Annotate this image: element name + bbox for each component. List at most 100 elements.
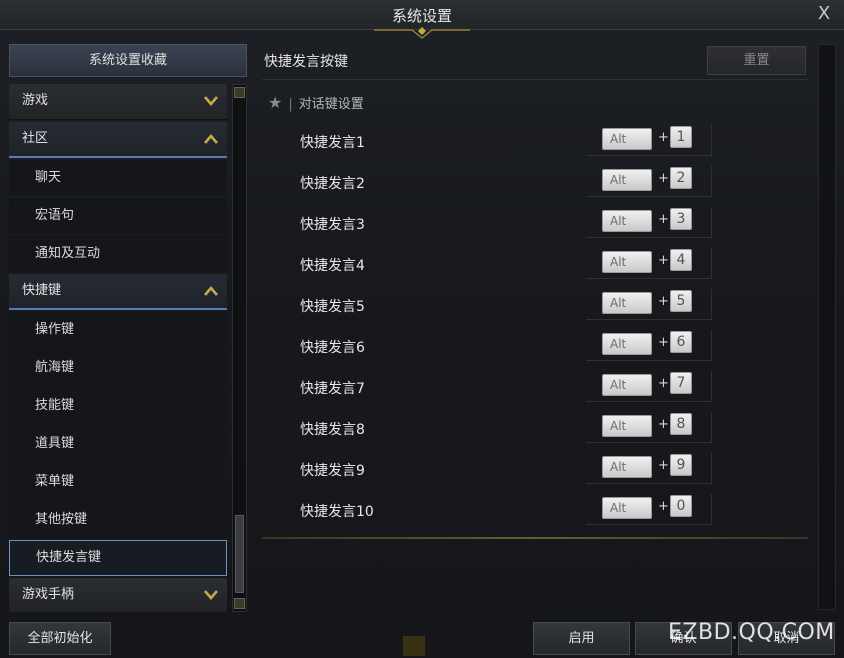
sidebar-item[interactable]: 道具键 — [9, 426, 227, 462]
title-bar: 系统设置 X — [0, 0, 844, 39]
plus-sign: + — [658, 294, 669, 309]
cancel-button[interactable]: 取消 — [738, 622, 835, 655]
chevron-up-icon[interactable] — [203, 131, 219, 147]
sidebar-category[interactable]: 游戏手柄 — [9, 578, 227, 612]
binding-row: 快捷发言1 Alt +1 — [300, 121, 720, 162]
close-button[interactable]: X — [814, 4, 834, 24]
modifier-key[interactable]: Alt — [602, 497, 652, 519]
key-binding-slot[interactable]: Alt +2 — [586, 166, 712, 197]
sidebar-category-label: 游戏 — [22, 93, 49, 108]
plus-sign: + — [658, 212, 669, 227]
init-all-button[interactable]: 全部初始化 — [9, 622, 111, 655]
title-ornament-icon — [374, 27, 470, 39]
key-binding-slot[interactable]: Alt +0 — [586, 494, 712, 525]
key-binding-slot[interactable]: Alt +7 — [586, 371, 712, 402]
apply-button[interactable]: 启用 — [533, 622, 630, 655]
chevron-down-icon[interactable] — [203, 93, 219, 109]
sidebar-category[interactable]: 游戏 — [9, 84, 227, 120]
modifier-key[interactable]: Alt — [602, 292, 652, 314]
sidebar-item[interactable]: 其他按键 — [9, 502, 227, 538]
chevron-down-icon[interactable] — [203, 587, 219, 603]
ok-button[interactable]: 确认 — [635, 622, 732, 655]
binding-label: 快捷发言4 — [300, 258, 365, 274]
sidebar-item[interactable]: 快捷发言键 — [9, 540, 227, 576]
group-header: ★ | 对话键设置 — [268, 93, 364, 112]
settings-category-list: 游戏社区聊天 宏语句 通知及互动快捷键操作键 航海键 技能键 道具键 菜单键 其他按键 快捷发言… — [9, 84, 227, 612]
sidebar-category-label: 快捷键 — [22, 283, 62, 298]
bound-key[interactable]: 3 — [670, 208, 692, 230]
sidebar-category[interactable]: 社区 — [9, 122, 227, 158]
binding-label: 快捷发言10 — [300, 504, 374, 520]
modifier-key[interactable]: Alt — [602, 333, 652, 355]
main-scrollbar[interactable] — [818, 44, 836, 610]
plus-sign: + — [658, 130, 669, 145]
reset-button[interactable]: 重置 — [707, 46, 806, 75]
favorites-button[interactable]: 系统设置收藏 — [9, 44, 247, 77]
sidebar-item[interactable]: 宏语句 — [9, 198, 227, 234]
binding-row: 快捷发言3 Alt +3 — [300, 203, 720, 244]
key-binding-slot[interactable]: Alt +6 — [586, 330, 712, 361]
binding-label: 快捷发言3 — [300, 217, 365, 233]
plus-sign: + — [658, 458, 669, 473]
binding-row: 快捷发言7 Alt +7 — [300, 367, 720, 408]
plus-sign: + — [658, 335, 669, 350]
bound-key[interactable]: 1 — [670, 126, 692, 148]
bound-key[interactable]: 5 — [670, 290, 692, 312]
sidebar-category[interactable]: 快捷键 — [9, 274, 227, 310]
modifier-key[interactable]: Alt — [602, 251, 652, 273]
sidebar-item[interactable]: 技能键 — [9, 388, 227, 424]
binding-list: 快捷发言1 Alt +1 快捷发言2 Alt +2 快捷发言3 Alt +3 快捷发言4 Alt +4… — [300, 121, 720, 531]
group-separator: | — [288, 97, 293, 112]
modifier-key[interactable]: Alt — [602, 374, 652, 396]
binding-label: 快捷发言1 — [300, 135, 365, 151]
binding-label: 快捷发言9 — [300, 463, 365, 479]
bound-key[interactable]: 9 — [670, 454, 692, 476]
scroll-thumb[interactable] — [235, 515, 244, 593]
star-icon[interactable]: ★ — [268, 93, 282, 112]
modifier-key[interactable]: Alt — [602, 128, 652, 150]
binding-row: 快捷发言4 Alt +4 — [300, 244, 720, 285]
key-binding-slot[interactable]: Alt +1 — [586, 125, 712, 156]
sidebar-item[interactable]: 聊天 — [9, 160, 227, 196]
gold-divider — [262, 537, 808, 539]
plus-sign: + — [658, 499, 669, 514]
scroll-up-arrow-icon[interactable] — [234, 87, 245, 98]
divider — [262, 79, 808, 80]
chevron-up-icon[interactable] — [203, 283, 219, 299]
binding-row: 快捷发言2 Alt +2 — [300, 162, 720, 203]
sidebar-item[interactable]: 航海键 — [9, 350, 227, 386]
bound-key[interactable]: 7 — [670, 372, 692, 394]
window-title: 系统设置 — [391, 7, 452, 25]
sidebar-category-label: 社区 — [22, 131, 49, 146]
binding-row: 快捷发言6 Alt +6 — [300, 326, 720, 367]
binding-row: 快捷发言5 Alt +5 — [300, 285, 720, 326]
plus-sign: + — [658, 417, 669, 432]
sidebar-item[interactable]: 菜单键 — [9, 464, 227, 500]
modifier-key[interactable]: Alt — [602, 169, 652, 191]
key-binding-slot[interactable]: Alt +3 — [586, 207, 712, 238]
key-binding-slot[interactable]: Alt +9 — [586, 453, 712, 484]
modifier-key[interactable]: Alt — [602, 210, 652, 232]
binding-label: 快捷发言8 — [300, 422, 365, 438]
sidebar-scrollbar[interactable] — [232, 84, 247, 612]
plus-sign: + — [658, 171, 669, 186]
bound-key[interactable]: 4 — [670, 249, 692, 271]
section-title: 快捷发言按键 — [264, 54, 348, 70]
modifier-key[interactable]: Alt — [602, 415, 652, 437]
sidebar-item[interactable]: 通知及互动 — [9, 236, 227, 272]
bound-key[interactable]: 8 — [670, 413, 692, 435]
key-binding-slot[interactable]: Alt +5 — [586, 289, 712, 320]
settings-window: 系统设置 X 系统设置收藏 游戏社区聊天 宏语句 通知及互动快捷键操作键 航海键 技能键… — [0, 0, 844, 658]
group-label: 对话键设置 — [298, 97, 364, 112]
center-ornament-icon — [403, 636, 425, 656]
binding-row: 快捷发言9 Alt +9 — [300, 449, 720, 490]
key-binding-slot[interactable]: Alt +8 — [586, 412, 712, 443]
modifier-key[interactable]: Alt — [602, 456, 652, 478]
bound-key[interactable]: 2 — [670, 167, 692, 189]
binding-label: 快捷发言6 — [300, 340, 365, 356]
sidebar-item[interactable]: 操作键 — [9, 312, 227, 348]
bound-key[interactable]: 0 — [670, 495, 692, 517]
scroll-down-arrow-icon[interactable] — [234, 598, 245, 609]
bound-key[interactable]: 6 — [670, 331, 692, 353]
key-binding-slot[interactable]: Alt +4 — [586, 248, 712, 279]
